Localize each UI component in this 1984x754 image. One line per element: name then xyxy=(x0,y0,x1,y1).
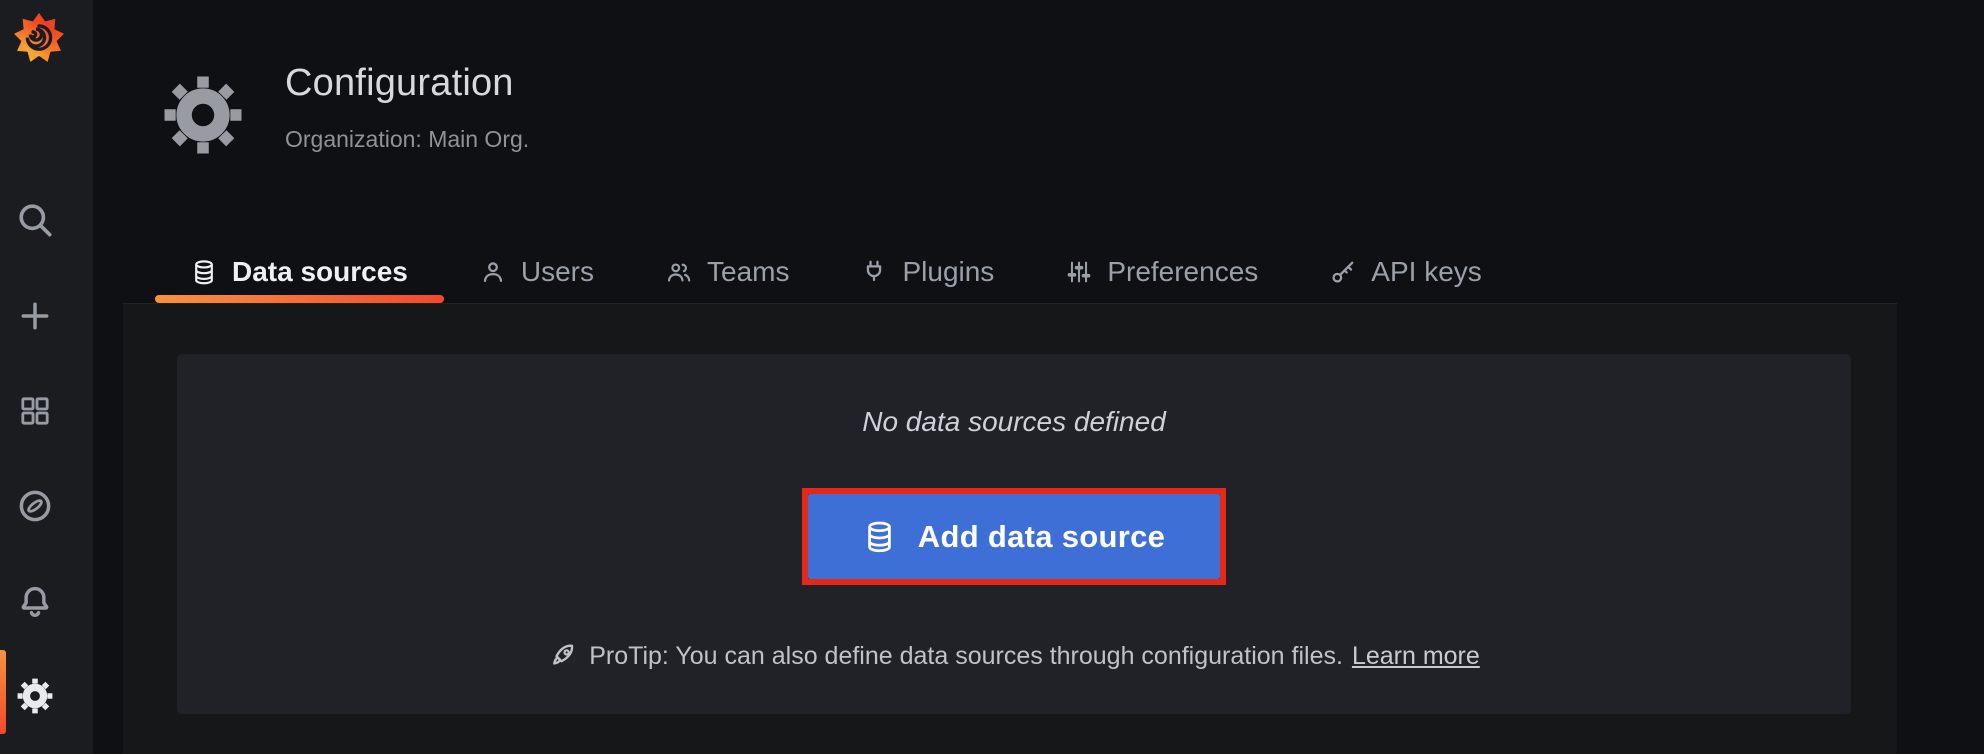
tab-label: Teams xyxy=(707,256,789,288)
rocket-icon xyxy=(548,641,578,671)
tab-label: Plugins xyxy=(902,256,994,288)
team-icon xyxy=(666,259,692,285)
active-nav-indicator xyxy=(0,650,6,734)
tab-teams[interactable]: Teams xyxy=(630,240,825,303)
database-icon xyxy=(863,520,896,553)
tab-plugins[interactable]: Plugins xyxy=(825,240,1030,303)
grafana-configuration-page: Configuration Organization: Main Org. Da… xyxy=(0,0,1984,754)
key-icon xyxy=(1330,259,1356,285)
tab-preferences[interactable]: Preferences xyxy=(1030,240,1294,303)
add-data-source-button[interactable]: Add data source xyxy=(808,494,1220,579)
button-label: Add data source xyxy=(918,519,1165,555)
tab-data-sources[interactable]: Data sources xyxy=(155,240,444,303)
gear-icon xyxy=(161,73,245,157)
side-menu xyxy=(0,0,93,754)
page-subtitle: Organization: Main Org. xyxy=(285,126,529,153)
user-icon xyxy=(480,259,506,285)
protip-text: ProTip: You can also define data sources… xyxy=(589,642,1343,671)
compass-icon[interactable] xyxy=(15,486,55,526)
plus-icon[interactable] xyxy=(15,296,55,336)
bell-icon[interactable] xyxy=(15,581,55,621)
database-icon xyxy=(191,259,217,285)
empty-list-message: No data sources defined xyxy=(177,406,1851,438)
tab-content-panel: No data sources defined Add data source xyxy=(123,303,1897,754)
main-area: Configuration Organization: Main Org. Da… xyxy=(93,0,1984,754)
page-title: Configuration xyxy=(285,62,514,105)
tab-label: Data sources xyxy=(232,256,408,288)
tab-label: Users xyxy=(521,256,594,288)
gear-icon[interactable] xyxy=(15,676,55,716)
tab-bar: Data sources Users Teams xyxy=(155,240,1518,303)
learn-more-link[interactable]: Learn more xyxy=(1352,642,1480,671)
data-sources-empty-card: No data sources defined Add data source xyxy=(177,354,1851,714)
annotation-highlight-box: Add data source xyxy=(802,488,1226,585)
tab-label: Preferences xyxy=(1107,256,1258,288)
search-icon[interactable] xyxy=(15,200,55,240)
tab-label: API keys xyxy=(1371,256,1481,288)
dashboards-grid-icon[interactable] xyxy=(15,391,55,431)
sliders-icon xyxy=(1066,259,1092,285)
protip-row: ProTip: You can also define data sources… xyxy=(177,641,1851,671)
tab-api-keys[interactable]: API keys xyxy=(1294,240,1517,303)
plug-icon xyxy=(861,259,887,285)
grafana-logo-icon[interactable] xyxy=(12,10,66,64)
page-header: Configuration Organization: Main Org. xyxy=(93,0,1984,240)
tab-users[interactable]: Users xyxy=(444,240,630,303)
